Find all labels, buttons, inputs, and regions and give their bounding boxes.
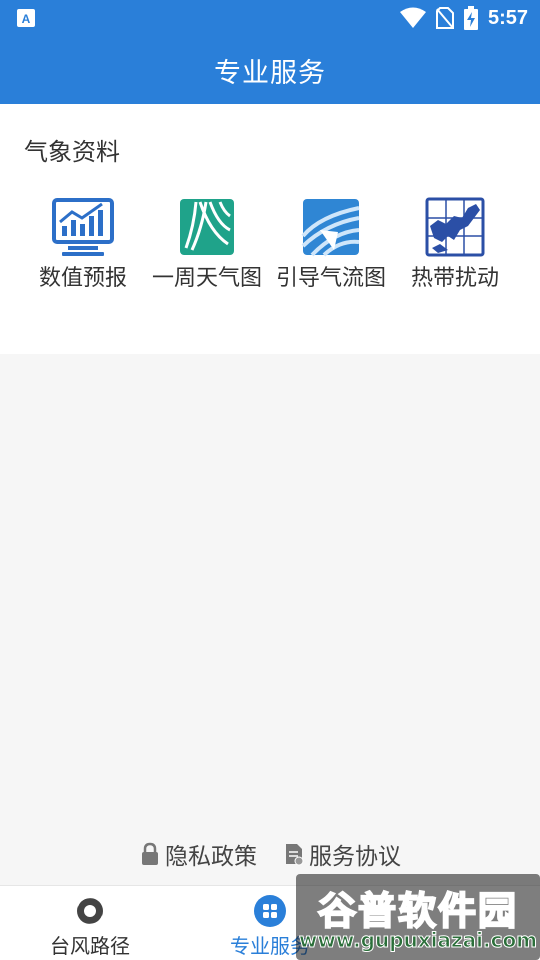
app-bar: 专业服务 <box>0 36 540 104</box>
document-icon <box>286 844 304 866</box>
watermark: 谷普软件园 www.gupuxiazai.com <box>296 874 540 960</box>
grid-item-numerical-forecast[interactable]: 数值预报 <box>21 196 145 292</box>
status-bar: A 5:57 <box>0 0 540 36</box>
grid-icon <box>254 895 286 927</box>
grid-item-label: 引导气流图 <box>275 266 386 291</box>
grid-item-weekly-weather-map[interactable]: 一周天气图 <box>145 196 269 292</box>
tab-typhoon-path[interactable]: 台风路径 <box>0 886 180 960</box>
grid-item-label: 热带扰动 <box>410 266 499 291</box>
wifi-icon <box>399 7 426 28</box>
no-sim-icon <box>435 7 454 29</box>
service-grid: 数值预报 一周天气图 引导气流图 热带扰动 <box>0 196 540 346</box>
watermark-title: 谷普软件园 <box>317 888 518 934</box>
service-agreement-label: 服务协议 <box>309 844 401 870</box>
typhoon-icon <box>75 895 105 927</box>
battery-charging-icon <box>463 6 478 30</box>
steering-flow-map-icon <box>301 199 360 257</box>
grid-item-label: 一周天气图 <box>151 266 262 291</box>
tropical-disturbance-icon <box>425 197 485 257</box>
page-title: 专业服务 <box>214 57 326 89</box>
privacy-policy-label: 隐私政策 <box>165 844 257 870</box>
numerical-forecast-icon <box>52 198 114 256</box>
lock-icon <box>142 842 158 865</box>
grid-item-tropical-disturbance[interactable]: 热带扰动 <box>393 196 517 292</box>
privacy-policy-link[interactable]: 隐私政策 <box>139 837 257 871</box>
status-time: 5:57 <box>487 6 528 29</box>
weekly-weather-map-icon <box>180 199 234 255</box>
section-title: 气象资料 <box>24 138 120 166</box>
meteorological-data-card: 气象资料 数值预报 一周天气图 引导气流图 热带扰动 <box>0 104 540 354</box>
svg-text:A: A <box>22 12 31 26</box>
grid-item-label: 数值预报 <box>38 266 127 291</box>
footer-links: 隐私政策 服务协议 <box>0 836 540 872</box>
tab-label: 台风路径 <box>50 934 130 958</box>
service-agreement-link[interactable]: 服务协议 <box>283 837 401 871</box>
grid-item-steering-flow-map[interactable]: 引导气流图 <box>269 196 393 292</box>
watermark-url: www.gupuxiazai.com <box>298 928 538 953</box>
app-notification-icon: A <box>17 9 35 27</box>
